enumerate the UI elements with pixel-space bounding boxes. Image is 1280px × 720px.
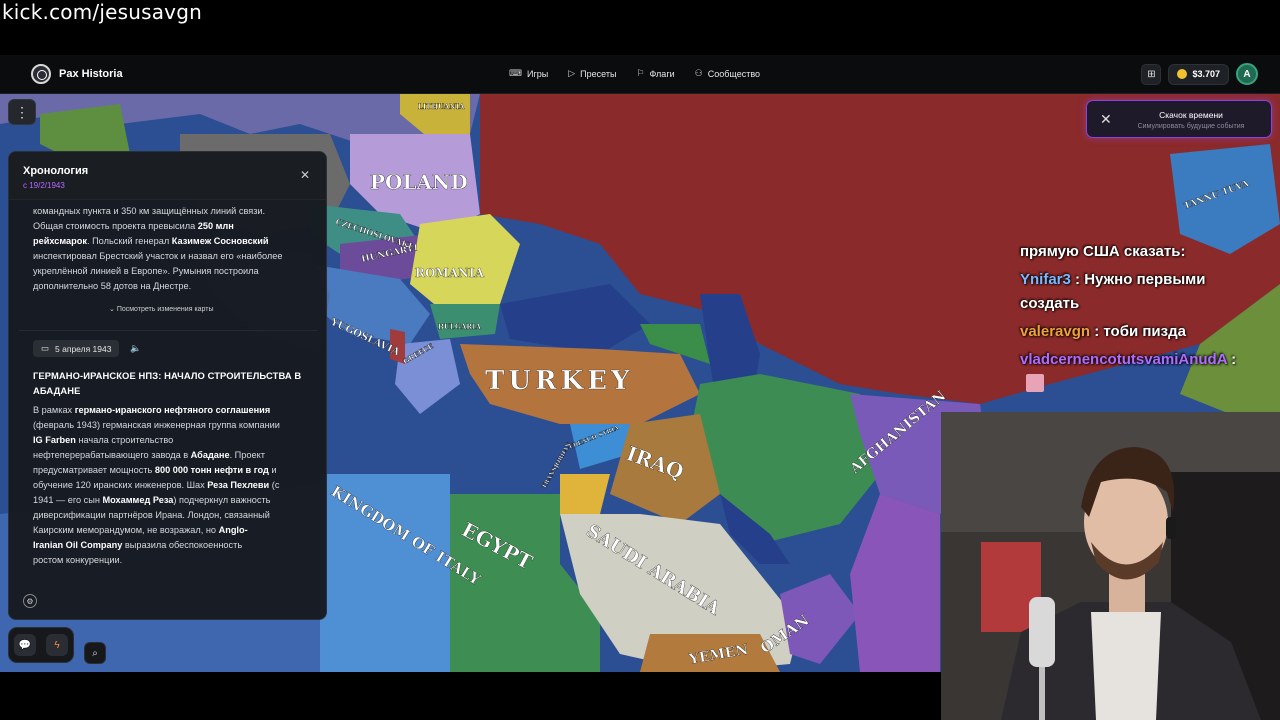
globe-logo-icon (31, 64, 51, 84)
timeline-header: Хронология с 19/2/1943 ✕ (9, 152, 326, 200)
event-body: В рамках германо-иранского нефтяного сог… (33, 403, 307, 568)
event-body-line: В рамках германо-иранского нефтяного сог… (33, 405, 271, 415)
nav-flags-label: Флаги (649, 68, 675, 79)
map-label-poland: POLAND (370, 170, 468, 194)
coin-icon (1177, 69, 1188, 79)
stream-frame: kick.com/jesusavgn Pax Historia ⌨ Игры ▷… (0, 0, 1280, 720)
previous-entry-text: командных пункта и 350 км защищённых лин… (33, 204, 305, 294)
nav-presets[interactable]: ▷ Пресеты (568, 68, 616, 79)
prev-line-5: укреплённой линией в Европе». Румыния по… (33, 266, 259, 276)
map-label-bulgaria: BULGARIA (438, 322, 481, 331)
event-title: ГЕРМАНО-ИРАНСКОЕ НПЗ: НАЧАЛО СТРОИТЕЛЬСТ… (33, 370, 302, 396)
event-body-line: Iranian Oil Company выразила обеспокоенн… (33, 540, 243, 550)
chat-emote-icon (1026, 374, 1044, 392)
event-body-line: обучение 120 иранских инженеров. Шах Рез… (33, 480, 280, 490)
settings-icon[interactable]: ⚙ (23, 594, 37, 608)
event-date-badge: ▭ 5 апреля 1943 (33, 340, 120, 357)
stream-chat-overlay: прямую США сказать: Ynifar3 : Нужно перв… (1014, 240, 1270, 393)
action-button[interactable]: ϟ (46, 634, 68, 656)
prev-line-2: Общая стоимость проекта превысила 250 мл… (33, 221, 234, 231)
prev-line-4: инспектировал Брестский участок и назвал… (33, 251, 283, 261)
chat-message: создать (1020, 295, 1080, 312)
close-icon[interactable]: ✕ (300, 168, 310, 182)
header-actions: ⊞ $3.707 A (1141, 63, 1258, 85)
event-body-line: диверсификации партнёров Ирана. Лондон, … (33, 510, 270, 520)
gamepad-icon: ⌨ (509, 68, 522, 78)
time-jump-button[interactable]: ✕ Скачок времени Симулировать будущие со… (1086, 100, 1272, 138)
map-menu-button[interactable]: ⋮ (8, 99, 36, 125)
bottom-toolbar: 💬 ϟ (8, 627, 74, 663)
view-map-changes-link[interactable]: ⌄ Посмотреть изменения карты (109, 305, 214, 313)
event-body-line: (февраль 1943) германская инженерная гру… (33, 420, 280, 430)
chat-button[interactable]: 💬 (14, 634, 36, 656)
kebab-menu-icon: ⋮ (15, 103, 29, 120)
letterbox-bottom (0, 672, 941, 720)
event-body-line: нефтеперерабатывающего завода в Абадане.… (33, 450, 265, 460)
gift-button[interactable]: ⊞ (1141, 63, 1162, 85)
chat-bubble-icon: 💬 (18, 639, 32, 651)
chevron-down-icon: ⌄ (109, 306, 117, 313)
prev-line-3: рейхсмарок. Польский генерал Казимеж Сос… (33, 236, 269, 246)
webcam-feed (941, 412, 1280, 720)
brand[interactable]: Pax Historia (31, 64, 123, 84)
timeline-title: Хронология (23, 165, 89, 177)
chat-message: vladcernencotutsvamiAnudA : (1020, 351, 1237, 368)
nav-community[interactable]: ⚇ Сообщество (695, 68, 760, 79)
chat-message: Ynifar3 : Нужно первыми (1020, 271, 1206, 288)
map-label-lithuania: LITHUANIA (418, 102, 465, 111)
search-icon: ⌕ (92, 647, 98, 659)
event-body-line: ростом конкуренции. (33, 555, 123, 565)
calendar-icon: ▭ (41, 343, 50, 353)
map-label-turkey: TURKEY (485, 366, 634, 396)
event-body-line: 1941 — его сын Мохаммед Реза) подчеркнул… (33, 495, 271, 505)
timeline-panel: Хронология с 19/2/1943 ✕ командных пункт… (8, 151, 327, 620)
chat-message: прямую США сказать: (1020, 243, 1186, 260)
users-icon: ⚇ (694, 68, 703, 78)
brand-name: Pax Historia (59, 68, 123, 80)
lightning-icon: ϟ (54, 639, 60, 651)
event-body-line: предусматривает мощность 800 000 тонн не… (33, 465, 277, 475)
timeline-date: с 19/2/1943 (23, 181, 65, 190)
search-button[interactable]: ⌕ (84, 642, 106, 664)
user-avatar[interactable]: A (1236, 63, 1258, 85)
top-navbar: Pax Historia ⌨ Игры ▷ Пресеты ⚐ Флаги ⚇ … (0, 55, 1280, 94)
play-icon: ▷ (568, 68, 576, 78)
nav-flags[interactable]: ⚐ Флаги (636, 68, 674, 79)
gift-icon: ⊞ (1147, 68, 1156, 80)
balance-button[interactable]: $3.707 (1168, 63, 1229, 85)
main-nav: ⌨ Игры ▷ Пресеты ⚐ Флаги ⚇ Сообщество (509, 68, 760, 79)
prev-line-1: командных пункта и 350 км защищённых лин… (33, 206, 266, 216)
nav-games[interactable]: ⌨ Игры (509, 68, 548, 79)
nav-games-label: Игры (527, 68, 549, 79)
time-jump-title: Скачок времени (1159, 110, 1223, 120)
time-jump-subtitle: Симулировать будущие события (1137, 123, 1245, 130)
event-body-line: Каирским меморандумом, не возражал, но A… (33, 525, 248, 535)
stream-url-watermark: kick.com/jesusavgn (2, 0, 202, 24)
prev-line-6: дополнительно 58 дотов на Днестре. (33, 281, 192, 291)
event-body-line: IG Farben начала строительство (33, 435, 174, 445)
balance-amount: $3.707 (1192, 69, 1220, 79)
nav-community-label: Сообщество (707, 68, 761, 79)
divider (19, 330, 317, 331)
flag-icon: ⚐ (636, 68, 645, 78)
map-label-romania: ROMANIA (415, 266, 485, 280)
nav-presets-label: Пресеты (580, 68, 617, 79)
chat-message: valeravgn : тоби пизда (1020, 323, 1186, 340)
event-date: 5 апреля 1943 (55, 343, 112, 354)
speaker-icon[interactable]: 🔈 (130, 343, 141, 354)
